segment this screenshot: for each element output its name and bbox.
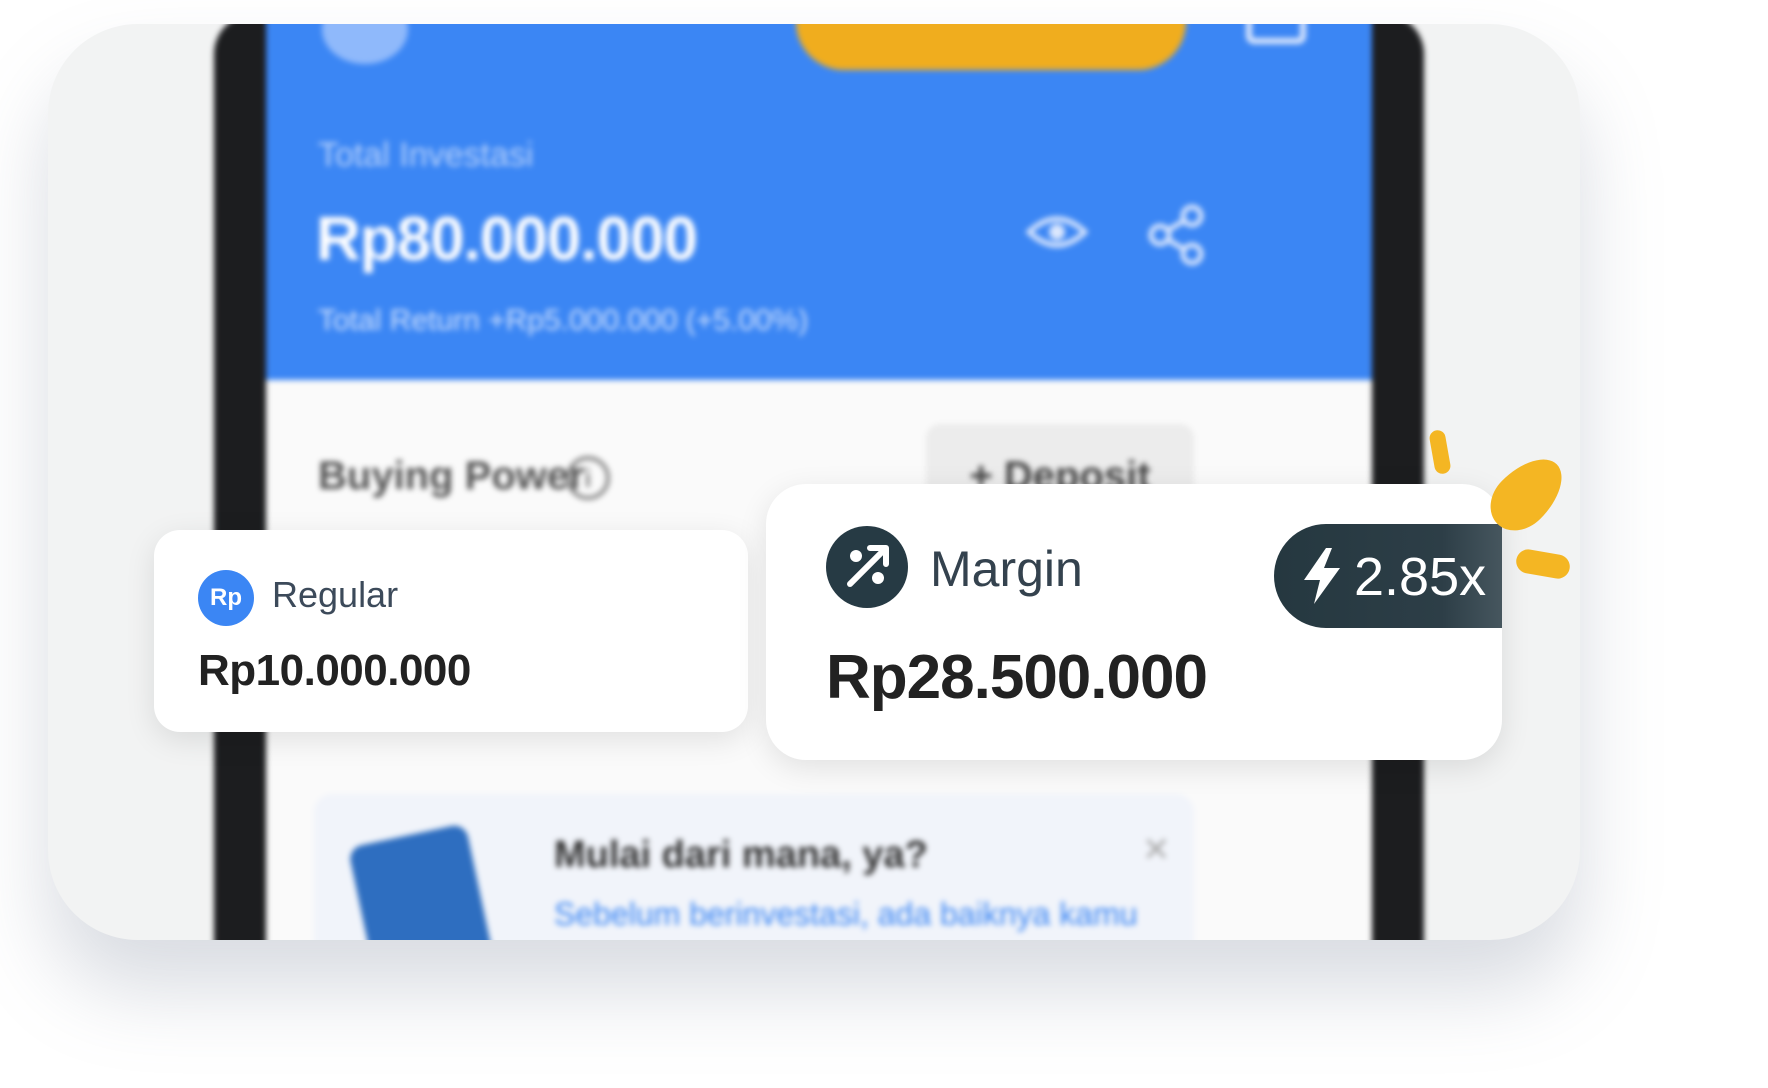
info-icon[interactable]: i <box>566 456 610 500</box>
banner-title: Mulai dari mana, ya? <box>554 834 928 876</box>
share-icon[interactable] <box>1146 204 1208 266</box>
margin-label: Margin <box>930 541 1083 597</box>
eye-icon[interactable] <box>1026 212 1088 252</box>
buying-power-label: Buying Power <box>318 454 585 498</box>
avatar[interactable] <box>322 24 408 64</box>
margin-value: Rp28.500.000 <box>826 643 1208 712</box>
total-return: Total Return +Rp5.000.000 (+5.00%) <box>318 304 809 337</box>
banner-subtitle: Sebelum berinvestasi, ada baiknya kamu <box>554 896 1138 932</box>
book-illustration <box>347 823 497 940</box>
close-icon[interactable]: ✕ <box>1142 830 1171 870</box>
portfolio-header: Total Investasi Rp80.000.000 Total Retur… <box>266 24 1372 380</box>
lightning-icon <box>1304 548 1340 604</box>
phone-screen: Total Investasi Rp80.000.000 Total Retur… <box>266 24 1372 940</box>
notification-icon[interactable] <box>1246 24 1306 44</box>
background-card: Total Investasi Rp80.000.000 Total Retur… <box>48 24 1580 940</box>
phone-mockup: Total Investasi Rp80.000.000 Total Retur… <box>214 24 1424 940</box>
regular-label: Regular <box>272 574 399 615</box>
onboarding-banner[interactable]: Mulai dari mana, ya? Sebelum berinvestas… <box>314 794 1194 940</box>
leverage-badge: 2.85x <box>1274 524 1502 628</box>
percent-trend-icon <box>826 526 908 608</box>
regular-value: Rp10.000.000 <box>198 646 471 695</box>
premium-button[interactable] <box>796 24 1186 70</box>
leverage-value: 2.85x <box>1354 547 1487 607</box>
regular-buying-power-card: Rp Regular Rp10.000.000 <box>154 530 748 732</box>
margin-buying-power-card: Margin Rp28.500.000 2.85x <box>766 484 1502 760</box>
total-investasi-label: Total Investasi <box>318 136 534 174</box>
total-investasi-value: Rp80.000.000 <box>316 205 698 274</box>
rp-badge-icon: Rp <box>198 570 254 626</box>
